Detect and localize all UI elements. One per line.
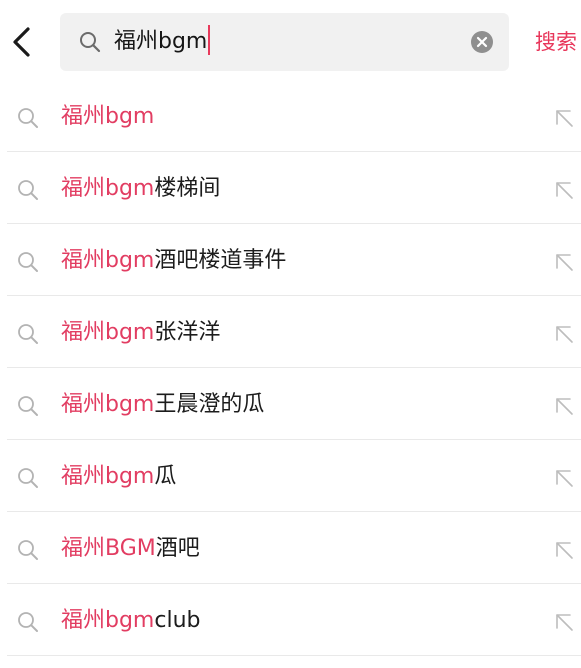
suggestion-label: 福州bgm酒吧楼道事件: [61, 228, 286, 294]
suggestion-item-7[interactable]: 福州BGM酒吧: [0, 516, 581, 588]
suggestion-label: 福州BGM酒吧: [61, 516, 200, 582]
suggestion-item-1[interactable]: 福州bgm: [0, 84, 581, 156]
suggestion-highlight: 福州bgm: [61, 248, 155, 273]
search-submit-button[interactable]: 搜索: [535, 22, 577, 62]
suggestion-rest: 楼梯间: [154, 176, 221, 201]
row-divider: [7, 223, 581, 224]
suggestion-rest: 瓜: [154, 464, 177, 489]
suggestion-item-3[interactable]: 福州bgm酒吧楼道事件: [0, 228, 581, 300]
search-input[interactable]: 福州bgm: [60, 13, 509, 71]
search-query-text[interactable]: 福州bgm: [114, 13, 211, 71]
fill-query-button[interactable]: [548, 464, 578, 492]
search-icon: [18, 108, 38, 128]
suggestion-item-8[interactable]: 福州bgmclub: [0, 588, 581, 660]
suggestion-highlight: 福州bgm: [61, 464, 155, 489]
search-icon: [18, 540, 38, 560]
search-icon: [18, 180, 38, 200]
fill-query-button[interactable]: [548, 248, 578, 276]
back-button[interactable]: [4, 22, 40, 62]
row-divider: [7, 511, 581, 512]
row-divider: [7, 655, 581, 656]
search-query-value: 福州bgm: [114, 29, 208, 54]
arrow-up-left-icon: [556, 542, 573, 559]
suggestion-label: 福州bgm张洋洋: [61, 300, 220, 366]
fill-query-button[interactable]: [548, 392, 578, 420]
suggestion-label: 福州bgm楼梯间: [61, 156, 220, 222]
suggestion-label: 福州bgm瓜: [61, 444, 176, 510]
suggestion-label: 福州bgm王晨澄的瓜: [61, 372, 264, 438]
search-icon: [80, 32, 101, 53]
suggestion-item-5[interactable]: 福州bgm王晨澄的瓜: [0, 372, 581, 444]
search-icon: [18, 396, 38, 416]
row-divider: [7, 151, 581, 152]
suggestion-highlight: 福州bgm: [61, 320, 155, 345]
search-suggestion-page: 福州bgm 搜索 福州bgm 福州bgm楼梯间 福州bgm酒吧楼道事件 福州bg…: [0, 0, 581, 668]
row-divider: [7, 295, 581, 296]
arrow-up-left-icon: [556, 614, 573, 631]
suggestion-highlight: 福州bgm: [61, 104, 155, 129]
suggestion-list: 福州bgm 福州bgm楼梯间 福州bgm酒吧楼道事件 福州bgm张洋洋 福州bg…: [0, 84, 581, 660]
search-icon: [18, 612, 38, 632]
arrow-up-left-icon: [556, 398, 573, 415]
suggestion-item-4[interactable]: 福州bgm张洋洋: [0, 300, 581, 372]
fill-query-button[interactable]: [548, 536, 578, 564]
suggestion-label: 福州bgmclub: [61, 588, 201, 654]
arrow-up-left-icon: [556, 326, 573, 343]
suggestion-highlight: 福州BGM: [61, 536, 156, 561]
search-icon: [18, 324, 38, 344]
search-icon: [18, 468, 38, 488]
search-icon: [18, 252, 38, 272]
search-header: 福州bgm 搜索: [0, 0, 581, 84]
row-divider: [7, 367, 581, 368]
clear-search-button[interactable]: [470, 30, 494, 54]
fill-query-button[interactable]: [548, 176, 578, 204]
arrow-up-left-icon: [556, 182, 573, 199]
suggestion-rest: club: [154, 608, 201, 633]
clear-circle-x-icon: [471, 31, 493, 53]
fill-query-button[interactable]: [548, 104, 578, 132]
suggestion-item-6[interactable]: 福州bgm瓜: [0, 444, 581, 516]
fill-query-button[interactable]: [548, 320, 578, 348]
suggestion-label: 福州bgm: [61, 84, 154, 150]
row-divider: [7, 439, 581, 440]
suggestion-rest: 王晨澄的瓜: [154, 392, 265, 417]
suggestion-rest: 酒吧: [155, 536, 200, 561]
suggestion-highlight: 福州bgm: [61, 392, 155, 417]
suggestion-item-2[interactable]: 福州bgm楼梯间: [0, 156, 581, 228]
suggestion-rest: 酒吧楼道事件: [154, 248, 287, 273]
suggestion-rest: 张洋洋: [154, 320, 221, 345]
row-divider: [7, 583, 581, 584]
arrow-up-left-icon: [556, 110, 573, 127]
text-caret: [208, 25, 211, 55]
suggestion-highlight: 福州bgm: [61, 608, 155, 633]
arrow-up-left-icon: [556, 254, 573, 271]
arrow-up-left-icon: [556, 470, 573, 487]
fill-query-button[interactable]: [548, 608, 578, 636]
suggestion-highlight: 福州bgm: [61, 176, 155, 201]
chevron-left-icon: [13, 27, 30, 57]
